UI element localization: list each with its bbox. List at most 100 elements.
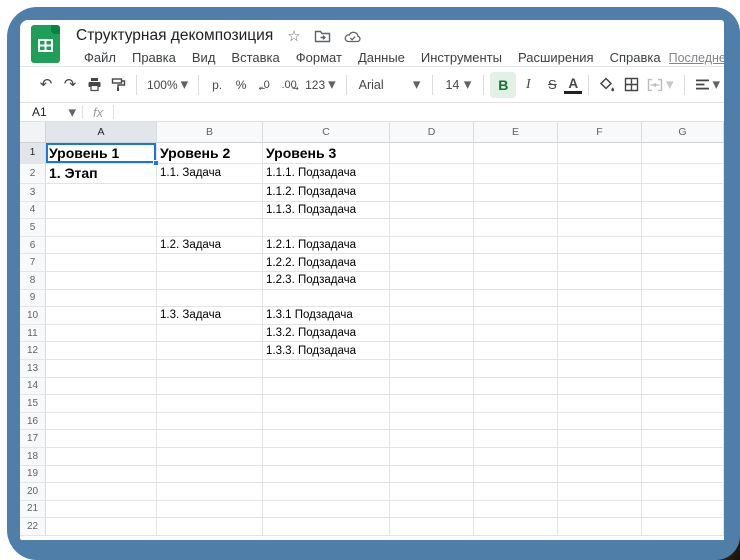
cell-F8[interactable] (558, 272, 642, 290)
cell-E18[interactable] (474, 448, 558, 466)
cell-G7[interactable] (642, 254, 724, 272)
cell-F10[interactable] (558, 307, 642, 325)
cell-B16[interactable] (157, 413, 263, 431)
cell-B2[interactable]: 1.1. Задача (157, 164, 263, 185)
strikethrough-button[interactable]: S (540, 72, 564, 98)
cell-G17[interactable] (642, 430, 724, 448)
cell-D18[interactable] (390, 448, 474, 466)
cell-A19[interactable] (46, 466, 157, 484)
cell-C4[interactable]: 1.1.3. Подзадача (263, 202, 390, 220)
cell-C19[interactable] (263, 466, 390, 484)
cell-B22[interactable] (157, 518, 263, 536)
cell-C8[interactable]: 1.2.3. Подзадача (263, 272, 390, 290)
cell-B11[interactable] (157, 325, 263, 343)
cell-A5[interactable] (46, 219, 157, 237)
cell-A12[interactable] (46, 342, 157, 360)
cell-A18[interactable] (46, 448, 157, 466)
cell-E3[interactable] (474, 184, 558, 202)
cell-B9[interactable] (157, 290, 263, 308)
cell-G1[interactable] (642, 143, 724, 164)
row-header-22[interactable]: 22 (20, 518, 46, 536)
cell-C7[interactable]: 1.2.2. Подзадача (263, 254, 390, 272)
cell-A21[interactable] (46, 501, 157, 519)
cell-F21[interactable] (558, 501, 642, 519)
cell-B3[interactable] (157, 184, 263, 202)
menu-view[interactable]: Вид (184, 48, 224, 67)
cell-B13[interactable] (157, 360, 263, 378)
fill-color-button[interactable] (595, 72, 619, 98)
font-family-select[interactable]: Arial ▾ (353, 72, 427, 98)
cell-A6[interactable] (46, 237, 157, 255)
cell-F3[interactable] (558, 184, 642, 202)
cell-D17[interactable] (390, 430, 474, 448)
menu-tools[interactable]: Инструменты (413, 48, 510, 67)
cell-A22[interactable] (46, 518, 157, 536)
more-formats-button[interactable]: 123 ▾ (301, 72, 339, 98)
text-color-button[interactable]: A (564, 76, 582, 94)
cell-E9[interactable] (474, 290, 558, 308)
row-header-5[interactable]: 5 (20, 219, 46, 237)
cell-G19[interactable] (642, 466, 724, 484)
cell-D4[interactable] (390, 202, 474, 220)
cell-D8[interactable] (390, 272, 474, 290)
row-header-3[interactable]: 3 (20, 184, 46, 202)
cell-E15[interactable] (474, 395, 558, 413)
cell-F7[interactable] (558, 254, 642, 272)
cell-F1[interactable] (558, 143, 642, 164)
cell-A7[interactable] (46, 254, 157, 272)
name-box[interactable]: A1 ▾ (20, 105, 82, 120)
cell-C17[interactable] (263, 430, 390, 448)
star-icon[interactable]: ☆ (287, 29, 300, 44)
cell-F18[interactable] (558, 448, 642, 466)
cell-C12[interactable]: 1.3.3. Подзадача (263, 342, 390, 360)
column-header-A[interactable]: A (46, 122, 157, 143)
cell-B10[interactable]: 1.3. Задача (157, 307, 263, 325)
row-header-12[interactable]: 12 (20, 342, 46, 360)
cell-A3[interactable] (46, 184, 157, 202)
cell-F6[interactable] (558, 237, 642, 255)
font-size-select[interactable]: 14 ▾ (439, 72, 477, 98)
cell-A2[interactable]: 1. Этап (46, 164, 157, 185)
cell-C1[interactable]: Уровень 3 (263, 143, 390, 164)
row-header-11[interactable]: 11 (20, 325, 46, 343)
cell-D9[interactable] (390, 290, 474, 308)
cell-D14[interactable] (390, 378, 474, 396)
cell-F19[interactable] (558, 466, 642, 484)
cell-F22[interactable] (558, 518, 642, 536)
menu-insert[interactable]: Вставка (223, 48, 287, 67)
cell-D3[interactable] (390, 184, 474, 202)
cell-G11[interactable] (642, 325, 724, 343)
cell-F15[interactable] (558, 395, 642, 413)
row-header-18[interactable]: 18 (20, 448, 46, 466)
last-edit-link[interactable]: Последнее изменен (669, 51, 724, 65)
cell-E4[interactable] (474, 202, 558, 220)
cell-E22[interactable] (474, 518, 558, 536)
cell-F4[interactable] (558, 202, 642, 220)
cell-F2[interactable] (558, 164, 642, 185)
cell-G10[interactable] (642, 307, 724, 325)
cell-E2[interactable] (474, 164, 558, 185)
cell-A11[interactable] (46, 325, 157, 343)
cell-G14[interactable] (642, 378, 724, 396)
cell-G20[interactable] (642, 483, 724, 501)
cell-D12[interactable] (390, 342, 474, 360)
sheets-logo[interactable] (31, 25, 60, 63)
row-header-19[interactable]: 19 (20, 466, 46, 484)
row-header-14[interactable]: 14 (20, 378, 46, 396)
cell-C13[interactable] (263, 360, 390, 378)
select-all-corner[interactable] (20, 122, 46, 143)
cell-E11[interactable] (474, 325, 558, 343)
cell-A4[interactable] (46, 202, 157, 220)
increase-decimals-button[interactable]: .00 → (277, 72, 301, 98)
cell-G4[interactable] (642, 202, 724, 220)
merge-cells-button[interactable]: ▾ (643, 72, 677, 98)
cell-G15[interactable] (642, 395, 724, 413)
cell-G16[interactable] (642, 413, 724, 431)
italic-button[interactable]: I (516, 72, 540, 98)
cell-G12[interactable] (642, 342, 724, 360)
horizontal-align-button[interactable]: ▾ (691, 72, 724, 98)
cell-D21[interactable] (390, 501, 474, 519)
cell-C21[interactable] (263, 501, 390, 519)
cell-A1[interactable]: Уровень 1 (46, 143, 157, 164)
menu-format[interactable]: Формат (288, 48, 350, 67)
